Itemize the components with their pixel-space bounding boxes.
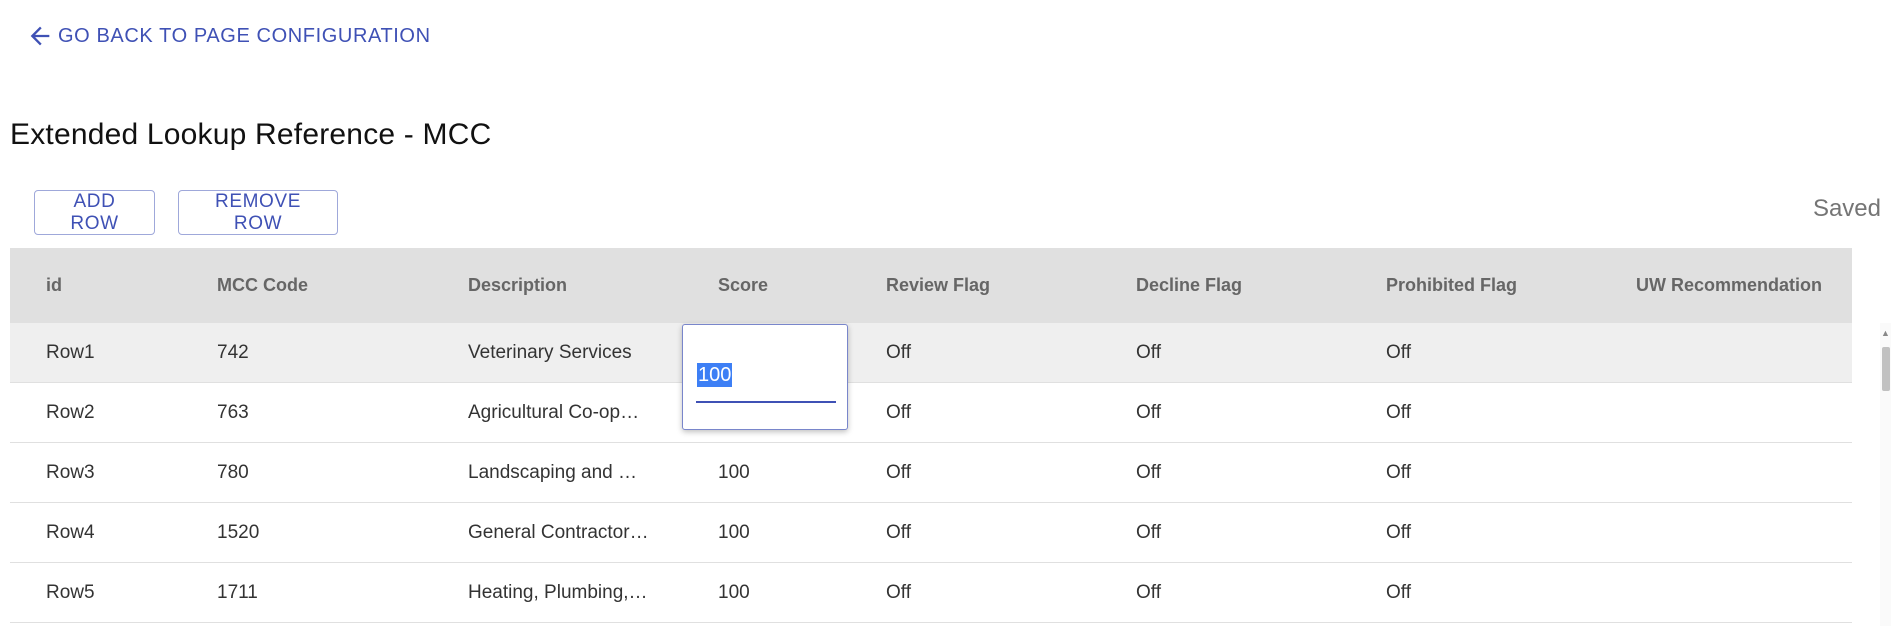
cell-prohibited-flag[interactable]: Off	[1386, 383, 1616, 442]
scroll-up-arrow-icon[interactable]: ▲	[1881, 329, 1890, 338]
cell-prohibited-flag[interactable]: Off	[1386, 563, 1616, 622]
cell-description-text: Agricultural Co-op…	[468, 401, 640, 423]
table-row[interactable]: Row1 742 Veterinary Services 100 Off Off…	[10, 323, 1852, 383]
column-header-id[interactable]: id	[46, 248, 206, 323]
cell-decline-flag[interactable]: Off	[1136, 503, 1366, 562]
remove-row-button[interactable]: REMOVE ROW	[178, 190, 338, 235]
score-cell-editor: 100	[682, 324, 848, 430]
data-grid: id MCC Code Description Score Review Fla…	[10, 248, 1852, 623]
column-header-prohibited-flag[interactable]: Prohibited Flag	[1386, 248, 1616, 323]
cell-score[interactable]: 100	[718, 563, 868, 622]
cell-mcc-code[interactable]: 763	[217, 383, 447, 442]
cell-uw-recommendation[interactable]	[1636, 383, 1852, 442]
cell-id[interactable]: Row4	[46, 503, 206, 562]
cell-review-flag[interactable]: Off	[886, 503, 1116, 562]
cell-score[interactable]: 100	[718, 443, 868, 502]
cell-id[interactable]: Row3	[46, 443, 206, 502]
grid-header: id MCC Code Description Score Review Fla…	[10, 248, 1852, 323]
table-row[interactable]: Row3 780 Landscaping and … 100 Off Off O…	[10, 443, 1852, 503]
cell-id[interactable]: Row5	[46, 563, 206, 622]
column-header-mcc-code[interactable]: MCC Code	[217, 248, 447, 323]
cell-mcc-code[interactable]: 1520	[217, 503, 447, 562]
cell-id[interactable]: Row1	[46, 323, 206, 382]
cell-description[interactable]: Landscaping and …	[468, 443, 658, 502]
back-link-label: GO BACK TO PAGE CONFIGURATION	[58, 24, 431, 47]
cell-review-flag[interactable]: Off	[886, 443, 1116, 502]
score-edit-input[interactable]	[696, 355, 836, 403]
cell-description[interactable]: General Contractor…	[468, 503, 658, 562]
add-row-button[interactable]: ADD ROW	[34, 190, 155, 235]
cell-review-flag[interactable]: Off	[886, 383, 1116, 442]
cell-decline-flag[interactable]: Off	[1136, 563, 1366, 622]
cell-score[interactable]: 100	[718, 503, 868, 562]
cell-description-text: Veterinary Services	[468, 341, 632, 363]
cell-description-text: General Contractor…	[468, 521, 649, 543]
cell-decline-flag[interactable]: Off	[1136, 383, 1366, 442]
page-title: Extended Lookup Reference - MCC	[10, 118, 492, 151]
cell-uw-recommendation[interactable]	[1636, 563, 1852, 622]
cell-mcc-code[interactable]: 1711	[217, 563, 447, 622]
cell-uw-recommendation[interactable]	[1636, 503, 1852, 562]
column-header-score[interactable]: Score	[718, 248, 868, 323]
cell-description-text: Heating, Plumbing,…	[468, 581, 648, 603]
cell-decline-flag[interactable]: Off	[1136, 323, 1366, 382]
cell-mcc-code[interactable]: 742	[217, 323, 447, 382]
cell-id[interactable]: Row2	[46, 383, 206, 442]
arrow-left-icon	[30, 26, 50, 46]
cell-uw-recommendation[interactable]	[1636, 443, 1852, 502]
column-header-review-flag[interactable]: Review Flag	[886, 248, 1116, 323]
cell-review-flag[interactable]: Off	[886, 323, 1116, 382]
cell-prohibited-flag[interactable]: Off	[1386, 323, 1616, 382]
cell-description[interactable]: Veterinary Services	[468, 323, 658, 382]
cell-description[interactable]: Agricultural Co-op…	[468, 383, 658, 442]
table-row[interactable]: Row4 1520 General Contractor… 100 Off Of…	[10, 503, 1852, 563]
column-header-description[interactable]: Description	[468, 248, 658, 323]
cell-review-flag[interactable]: Off	[886, 563, 1116, 622]
table-row[interactable]: Row2 763 Agricultural Co-op… 100 Off Off…	[10, 383, 1852, 443]
grid-vertical-scrollbar[interactable]: ▲	[1880, 323, 1891, 626]
back-to-page-configuration-link[interactable]: GO BACK TO PAGE CONFIGURATION	[26, 22, 431, 50]
cell-decline-flag[interactable]: Off	[1136, 443, 1366, 502]
cell-mcc-code[interactable]: 780	[217, 443, 447, 502]
cell-description[interactable]: Heating, Plumbing,…	[468, 563, 658, 622]
scrollbar-thumb[interactable]	[1882, 347, 1890, 391]
column-header-uw-recommendation[interactable]: UW Recommendation	[1636, 248, 1852, 323]
cell-description-text: Landscaping and …	[468, 461, 638, 483]
cell-prohibited-flag[interactable]: Off	[1386, 443, 1616, 502]
cell-prohibited-flag[interactable]: Off	[1386, 503, 1616, 562]
column-header-decline-flag[interactable]: Decline Flag	[1136, 248, 1366, 323]
save-status: Saved	[1812, 195, 1881, 222]
table-row[interactable]: Row5 1711 Heating, Plumbing,… 100 Off Of…	[10, 563, 1852, 623]
cell-uw-recommendation[interactable]	[1636, 323, 1852, 382]
